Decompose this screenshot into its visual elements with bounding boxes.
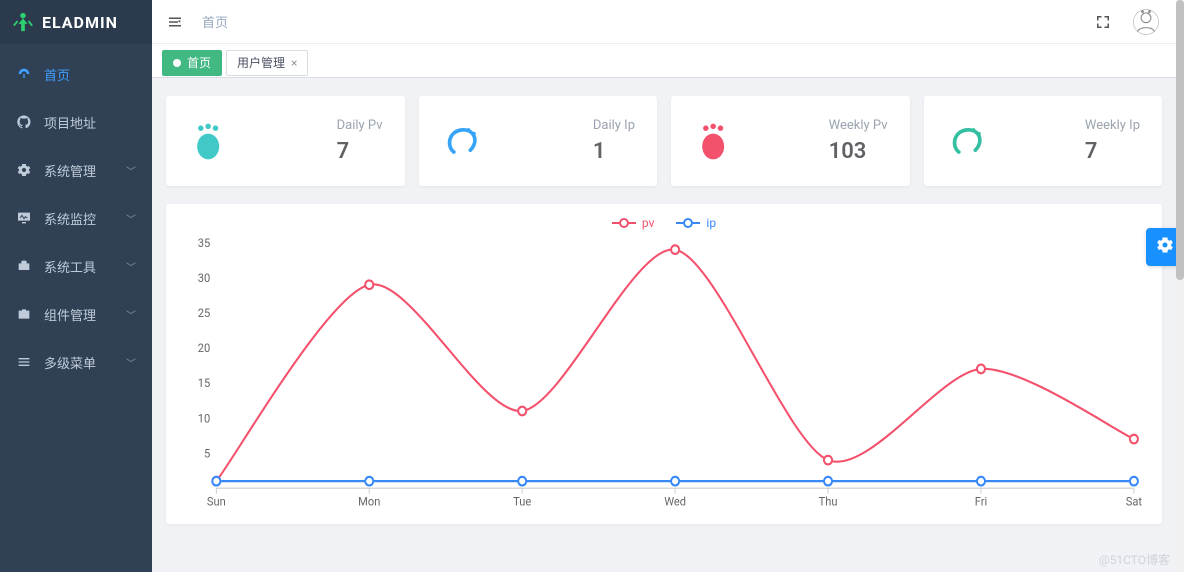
chevron-down-icon: ﹀ (126, 163, 136, 178)
tab-user-manage[interactable]: 用户管理 × (226, 50, 308, 76)
menu-item-project[interactable]: 项目地址 (0, 98, 152, 146)
brand-name: ELADMIN (42, 13, 118, 32)
sidebar: ELADMIN 首页 项目地址 系统管理 ﹀ 系统监控 ﹀ 系统工具 ﹀ 组件管… (0, 0, 152, 572)
svg-text:Mon: Mon (358, 494, 380, 508)
legend-label: pv (642, 216, 655, 230)
svg-text:Tue: Tue (513, 494, 531, 508)
menu-item-home[interactable]: 首页 (0, 50, 152, 98)
stat-value: 7 (337, 139, 383, 164)
chevron-down-icon: ﹀ (126, 211, 136, 226)
gear-icon (1155, 235, 1175, 259)
menu-item-system-manage[interactable]: 系统管理 ﹀ (0, 146, 152, 194)
svg-text:Wed: Wed (664, 494, 686, 508)
svg-text:25: 25 (198, 306, 210, 320)
legend-item-pv[interactable]: pv (612, 216, 655, 230)
legend-label: ip (706, 216, 716, 230)
menu-item-multilevel[interactable]: 多级菜单 ﹀ (0, 338, 152, 386)
menu-label: 系统管理 (44, 161, 114, 180)
main-content: Daily Pv 7 Daily Ip 1 Weekly Pv 103 (152, 78, 1176, 572)
svg-text:Sun: Sun (207, 494, 226, 508)
breadcrumb: 首页 (202, 12, 228, 31)
close-icon[interactable]: × (291, 51, 297, 75)
svg-text:15: 15 (198, 376, 210, 390)
gear-icon (16, 162, 32, 178)
stat-card-weekly-pv[interactable]: Weekly Pv 103 (671, 96, 910, 186)
list-icon (16, 354, 32, 370)
brand-logo-icon (12, 11, 34, 33)
svg-text:30: 30 (198, 271, 210, 285)
dashboard-icon (16, 66, 32, 82)
chevron-down-icon: ﹀ (126, 259, 136, 274)
menu-label: 组件管理 (44, 305, 114, 324)
menu-collapse-icon[interactable] (166, 13, 184, 31)
chart-card: pv ip 5 10 15 20 25 30 35 Sun Mon Tue Wed Thu Fri Sat (166, 204, 1162, 524)
monitor-icon (16, 210, 32, 226)
tab-label: 首页 (187, 51, 211, 75)
stats-row: Daily Pv 7 Daily Ip 1 Weekly Pv 103 (166, 96, 1162, 186)
brand-bar: ELADMIN (0, 0, 152, 44)
stat-label: Weekly Pv (829, 118, 888, 133)
toolbox-icon (16, 258, 32, 274)
stat-value: 1 (593, 139, 635, 164)
stat-card-weekly-ip[interactable]: Weekly Ip 7 (924, 96, 1163, 186)
svg-text:Thu: Thu (819, 494, 838, 508)
chevron-down-icon: ﹀ (126, 307, 136, 322)
legend-item-ip[interactable]: ip (676, 216, 716, 230)
tab-label: 用户管理 (237, 51, 285, 75)
scrollbar-thumb[interactable] (1176, 0, 1184, 280)
tab-home[interactable]: 首页 (162, 50, 222, 76)
tabs-bar: 首页 用户管理 × (152, 44, 1176, 78)
stat-card-daily-pv[interactable]: Daily Pv 7 (166, 96, 405, 186)
chart-area: 5 10 15 20 25 30 35 Sun Mon Tue Wed Thu Fri Sat (184, 234, 1144, 514)
fullscreen-icon[interactable] (1094, 13, 1112, 31)
stat-value: 103 (829, 139, 888, 164)
footprint-icon (188, 119, 232, 163)
svg-text:35: 35 (198, 236, 210, 250)
header: 首页 (152, 0, 1176, 44)
menu-label: 系统工具 (44, 257, 114, 276)
avatar[interactable] (1130, 6, 1162, 38)
svg-text:5: 5 (204, 446, 210, 460)
scrollbar-track[interactable] (1176, 0, 1184, 572)
stat-label: Weekly Ip (1085, 118, 1140, 133)
menu-item-components[interactable]: 组件管理 ﹀ (0, 290, 152, 338)
stat-value: 7 (1085, 139, 1140, 164)
svg-text:10: 10 (198, 411, 210, 425)
watermark: @51CTO博客 (1099, 551, 1170, 568)
menu-label: 多级菜单 (44, 353, 114, 372)
stat-label: Daily Pv (337, 118, 383, 133)
svg-text:20: 20 (198, 341, 210, 355)
github-icon (16, 114, 32, 130)
svg-text:Sat: Sat (1126, 494, 1142, 508)
menu-label: 系统监控 (44, 209, 114, 228)
svg-text:Fri: Fri (975, 494, 988, 508)
swirl-footprint-icon (441, 119, 485, 163)
briefcase-icon (16, 306, 32, 322)
menu-label: 首页 (44, 65, 136, 84)
menu-item-system-tools[interactable]: 系统工具 ﹀ (0, 242, 152, 290)
active-dot-icon (173, 59, 181, 67)
line-chart: 5 10 15 20 25 30 35 Sun Mon Tue Wed Thu Fri Sat (184, 234, 1144, 514)
stat-card-daily-ip[interactable]: Daily Ip 1 (419, 96, 658, 186)
footprint-icon (693, 119, 737, 163)
menu-item-system-monitor[interactable]: 系统监控 ﹀ (0, 194, 152, 242)
chart-legend: pv ip (184, 216, 1144, 230)
sidebar-menu: 首页 项目地址 系统管理 ﹀ 系统监控 ﹀ 系统工具 ﹀ 组件管理 ﹀ 多级 (0, 44, 152, 386)
chevron-down-icon: ﹀ (126, 355, 136, 370)
menu-label: 项目地址 (44, 113, 136, 132)
stat-label: Daily Ip (593, 118, 635, 133)
swirl-footprint-icon (946, 119, 990, 163)
